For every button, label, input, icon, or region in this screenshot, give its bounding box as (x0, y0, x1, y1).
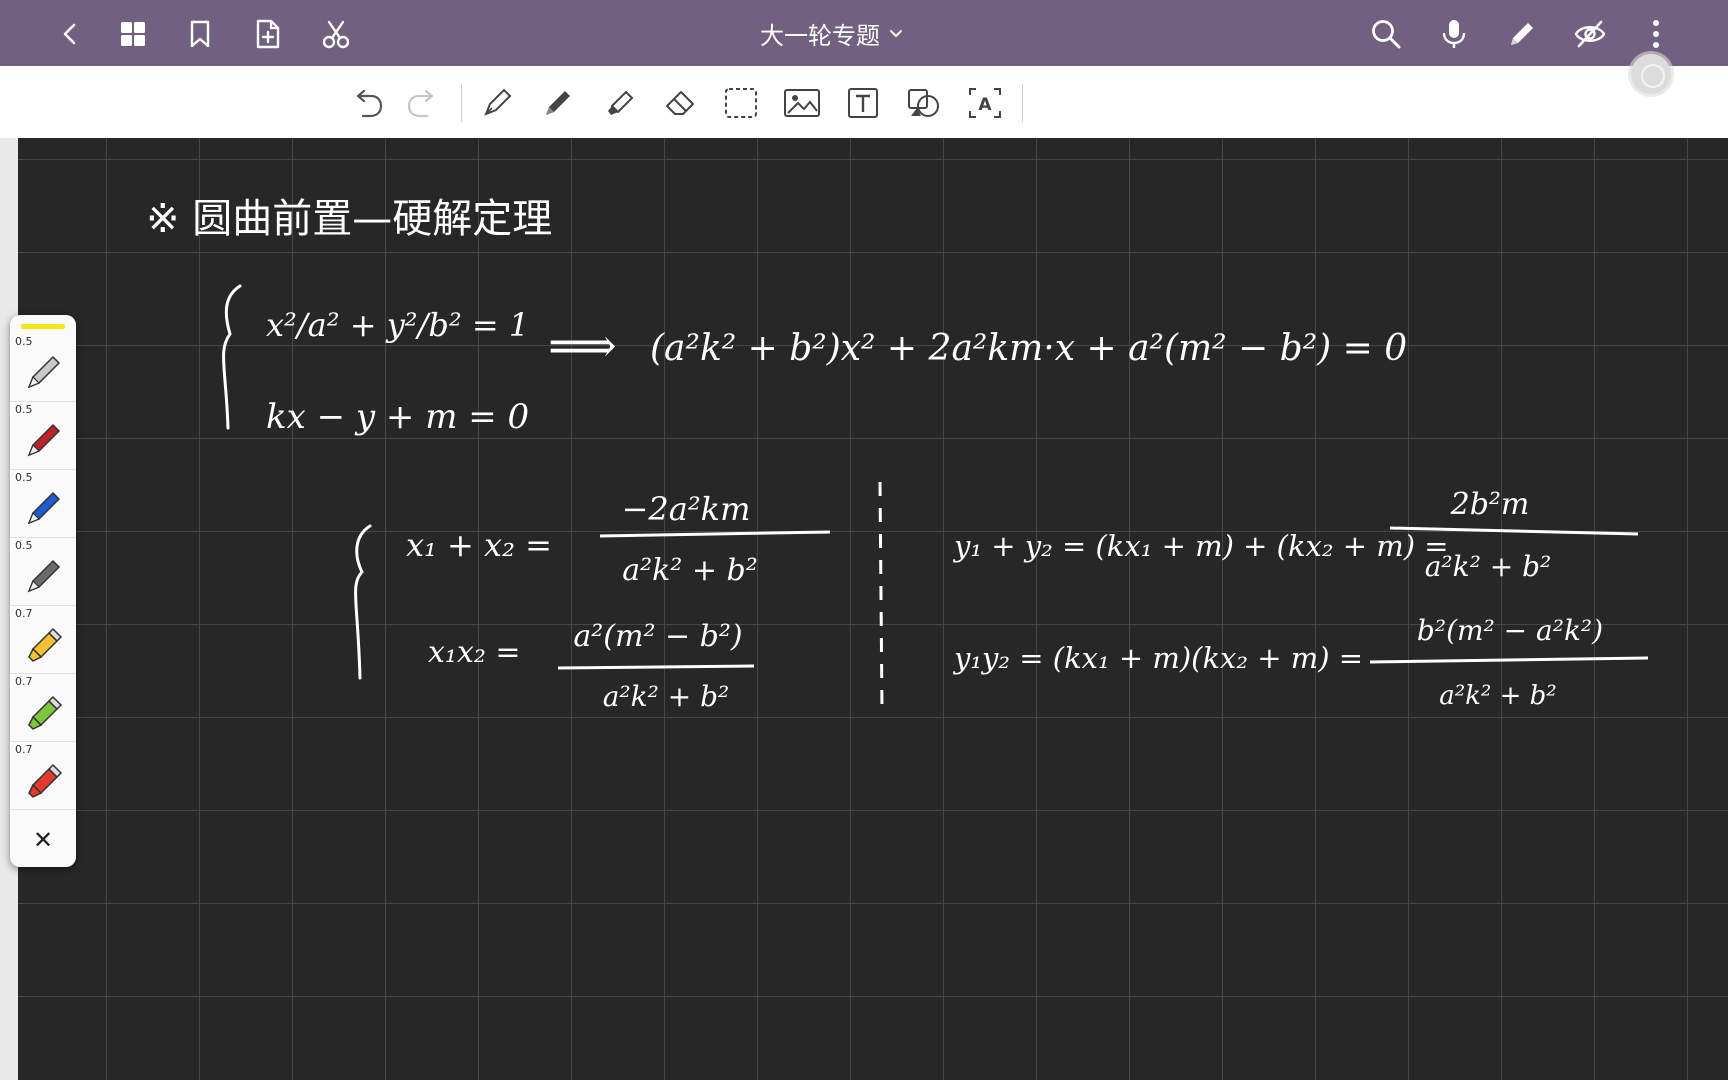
prod-x-fraction-bar (557, 664, 755, 670)
search-icon[interactable] (1364, 12, 1408, 56)
pen-slot-3[interactable]: 0.5 (10, 469, 76, 538)
sum-x-left: x₁ + x₂ = (406, 526, 552, 564)
pen-slot-6[interactable]: 0.7 (10, 673, 76, 742)
sum-x-denominator: a²k² + b² (622, 553, 758, 588)
highlighter-icon[interactable] (597, 81, 641, 125)
pen-slot-1[interactable]: 0.5 (10, 333, 76, 402)
implies-arrow: ⟹ (548, 318, 617, 374)
prod-y-denominator: a²k² + b² (1439, 681, 1556, 711)
grid-icon[interactable] (111, 12, 155, 56)
system-eq-2: kx − y + m = 0 (266, 397, 529, 437)
system-brace-1 (222, 284, 242, 430)
pen-size-label: 0.5 (15, 403, 33, 416)
floating-assist-button[interactable] (1631, 54, 1671, 94)
toolbar-divider (1022, 84, 1023, 122)
sum-x-fraction-bar (599, 530, 831, 538)
prod-y-fraction-bar (1369, 656, 1649, 664)
marker-icon (28, 695, 63, 730)
more-vertical-icon[interactable] (1634, 12, 1678, 56)
app-top-bar: 大一轮专题 (0, 0, 1728, 66)
eraser-icon[interactable] (658, 81, 702, 125)
sum-y-numerator: 2b²m (1450, 487, 1530, 522)
pen-size-label: 0.5 (15, 335, 33, 348)
system-brace-2 (354, 524, 372, 680)
close-icon[interactable]: ✕ (10, 818, 76, 862)
note-canvas[interactable]: ※ 圆曲前置—硬解定理 x²/a² + y²/b² = 1 kx − y + m… (18, 138, 1728, 1080)
image-icon[interactable] (780, 81, 824, 125)
pen-size-label: 0.7 (15, 675, 33, 688)
note-heading: ※ 圆曲前置—硬解定理 (146, 196, 552, 242)
pencil-icon[interactable] (1500, 12, 1544, 56)
pen-size-label: 0.7 (15, 607, 33, 620)
prod-y-numerator: b²(m² − a²k²) (1417, 614, 1603, 647)
ballpoint-pen-icon[interactable] (536, 81, 580, 125)
column-divider (878, 481, 884, 711)
pen-size-label: 0.5 (15, 471, 33, 484)
sum-y-denominator: a²k² + b² (1425, 550, 1552, 583)
ocr-text-icon[interactable]: A (963, 81, 1007, 125)
document-title[interactable]: 大一轮专题 (760, 16, 904, 50)
pen-icon (27, 423, 61, 457)
eye-off-icon[interactable] (1568, 12, 1612, 56)
pen-favorites-panel: 0.5 0.5 0.5 0.5 0.7 0.7 0.7 ✕ (10, 315, 76, 867)
system-eq-1: x²/a² + y²/b² = 1 (266, 306, 529, 344)
lasso-select-icon[interactable] (719, 81, 763, 125)
undo-icon[interactable] (346, 81, 390, 125)
toolbar-divider (461, 84, 462, 122)
pen-slot-2[interactable]: 0.5 (10, 401, 76, 470)
scissors-icon[interactable] (314, 12, 358, 56)
marker-icon (28, 627, 63, 662)
prod-y-left: y₁y₂ = (kx₁ + m)(kx₂ + m) = (952, 641, 1363, 675)
sum-y-left: y₁ + y₂ = (kx₁ + m) + (kx₂ + m) = (952, 529, 1449, 563)
pen-slot-4[interactable]: 0.5 (10, 537, 76, 606)
handwritten-notes: ※ 圆曲前置—硬解定理 x²/a² + y²/b² = 1 kx − y + m… (146, 196, 1649, 713)
prod-x-numerator: a²(m² − b²) (573, 619, 742, 654)
pen-size-label: 0.5 (15, 539, 33, 552)
text-box-icon[interactable] (841, 81, 885, 125)
fountain-pen-icon[interactable] (475, 81, 519, 125)
pen-icon (27, 559, 61, 593)
bookmark-icon[interactable] (178, 12, 222, 56)
prod-x-left: x₁x₂ = (428, 635, 521, 670)
microphone-icon[interactable] (1432, 12, 1476, 56)
redo-icon[interactable] (400, 81, 444, 125)
pen-slot-5[interactable]: 0.7 (10, 605, 76, 674)
back-icon[interactable] (48, 12, 92, 56)
chevron-down-icon (890, 30, 902, 37)
pen-icon (27, 491, 61, 525)
shapes-icon[interactable] (902, 81, 946, 125)
pen-size-label: 0.7 (15, 743, 33, 756)
sum-x-numerator: −2a²km (622, 490, 751, 528)
highlight-indicator (21, 324, 65, 329)
add-page-icon[interactable] (246, 12, 290, 56)
pen-slot-7[interactable]: 0.7 (10, 741, 76, 810)
marker-icon (28, 763, 63, 798)
document-title-text: 大一轮专题 (760, 21, 880, 50)
tool-toolbar: A (0, 54, 1728, 139)
pen-icon (27, 355, 61, 389)
quadratic-equation: (a²k² + b²)x² + 2a²km·x + a²(m² − b²) = … (650, 328, 1407, 369)
svg-text:A: A (978, 95, 992, 115)
prod-x-denominator: a²k² + b² (603, 680, 730, 713)
